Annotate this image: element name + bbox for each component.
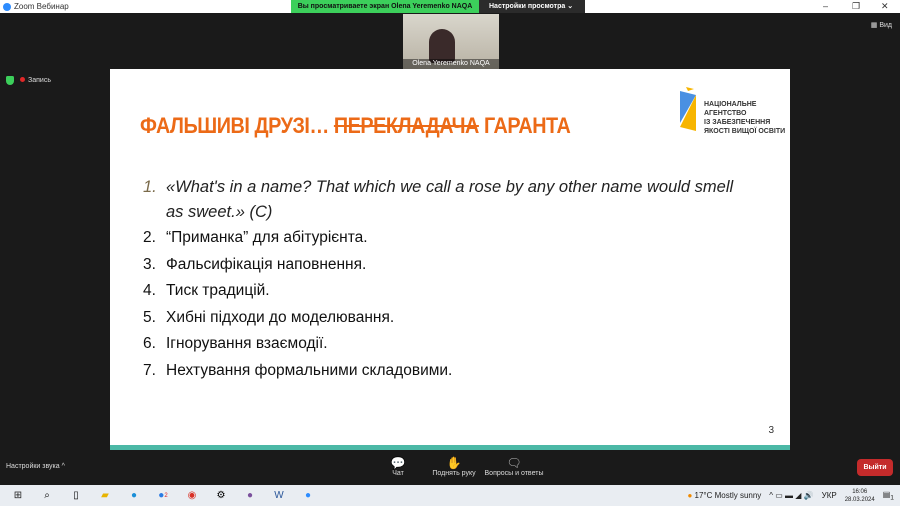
list-item: 3. Фальсифікація наповнення.: [143, 256, 743, 274]
tray-icons[interactable]: ^ ▭ ▬ ◢ 🔊: [769, 491, 813, 500]
logo-line: ІЗ ЗАБЕЗПЕЧЕННЯ: [704, 119, 771, 126]
date: 28.03.2024: [844, 496, 875, 503]
leave-button[interactable]: Выйти: [857, 459, 893, 476]
app-icon[interactable]: ● 2: [152, 485, 174, 506]
item-text: Хибні підходи до моделювання.: [166, 308, 395, 326]
hand-icon: ✋: [446, 456, 462, 470]
raise-hand-button[interactable]: ✋ Поднять руку: [426, 456, 482, 477]
zoom-icon[interactable]: ●: [297, 485, 319, 506]
start-icon[interactable]: ⊞: [7, 485, 29, 506]
raise-hand-label: Поднять руку: [432, 470, 476, 477]
zoom-logo-icon: [3, 2, 11, 11]
slide-footer-bar: [110, 445, 790, 450]
qa-label: Вопросы и ответы: [484, 470, 544, 477]
chrome-icon[interactable]: ◉: [181, 485, 203, 506]
weather-label: 17°C Mostly sunny: [694, 491, 762, 500]
list-item: 5. Хибні підходи до моделювання.: [143, 309, 743, 327]
list-item: 2. “Приманка” для абітурієнта.: [143, 229, 743, 247]
search-icon[interactable]: ⌕: [36, 485, 58, 506]
windows-taskbar: ⊞ ⌕ ▯ ▰ ● ● 2 ◉ ⚙ ● W ● ● 17°C Mostly sun…: [0, 485, 900, 506]
item-number: 4.: [143, 282, 156, 299]
word-icon[interactable]: W: [268, 485, 290, 506]
logo-line: ЯКОСТІ ВИЩОЇ ОСВІТИ: [704, 128, 786, 135]
viber-icon[interactable]: ●: [239, 485, 261, 506]
page-number: 3: [768, 425, 774, 436]
list-item: 1. «What's in a name? That which we call …: [143, 175, 743, 225]
item-text: «What's in a name? That which we call a …: [166, 178, 734, 221]
file-explorer-icon[interactable]: ▰: [94, 485, 116, 506]
item-text: Нехтування формальними складовими.: [166, 361, 453, 379]
title-bar: Zoom Вебинар Вы просматриваете экран Ole…: [0, 0, 900, 13]
view-button[interactable]: ▦ Вид: [871, 21, 892, 29]
naqa-logo-icon: [680, 87, 696, 131]
shield-icon: [6, 76, 14, 85]
slide-title: ФАЛЬШИВІ ДРУЗІ… ПЕРЕКЛАДАЧА ГАРАНТА: [140, 113, 571, 139]
title-part2: ГАРАНТА: [478, 113, 571, 138]
title-struck: ПЕРЕКЛАДАЧА: [333, 113, 479, 138]
chat-icon: 💬: [390, 456, 406, 470]
notification-count: 1: [890, 494, 894, 502]
notification-badge: 2: [164, 492, 168, 499]
chat-button[interactable]: 💬 Чат: [386, 456, 410, 477]
item-number: 3.: [143, 255, 156, 273]
record-dot-icon: [20, 77, 25, 82]
maximize-icon[interactable]: ❐: [852, 1, 860, 12]
close-icon[interactable]: ✕: [881, 1, 889, 12]
logo-line: НАЦІОНАЛЬНЕ: [704, 101, 757, 108]
screen-share-banner: Вы просматриваете экран Olena Yeremenko …: [291, 0, 479, 13]
list-item: 6. Ігнорування взаємодії.: [143, 335, 743, 353]
item-text: Тиск традицій.: [166, 282, 270, 299]
item-number: 6.: [143, 335, 156, 352]
item-number: 1.: [143, 178, 157, 196]
list-item: 4. Тиск традицій.: [143, 282, 743, 300]
naqa-logo: НАЦІОНАЛЬНЕ АГЕНТСТВО ІЗ ЗАБЕЗПЕЧЕННЯ ЯК…: [678, 87, 785, 136]
settings-icon[interactable]: ⚙: [210, 485, 232, 506]
sun-icon: ●: [687, 491, 693, 500]
view-options-label: Настройки просмотра: [489, 3, 566, 10]
audio-settings-button[interactable]: Настройки звука ^: [6, 463, 65, 470]
view-label: Вид: [879, 22, 892, 29]
edge-icon[interactable]: ●: [123, 485, 145, 506]
qa-button[interactable]: 🗨 Вопросы и ответы: [482, 456, 546, 477]
minimize-icon[interactable]: –: [823, 1, 828, 11]
task-view-icon[interactable]: ▯: [65, 485, 87, 506]
chat-label: Чат: [392, 470, 404, 477]
recording-indicator: Запись: [6, 76, 51, 85]
shared-slide: ФАЛЬШИВІ ДРУЗІ… ПЕРЕКЛАДАЧА ГАРАНТА НАЦІ…: [110, 69, 790, 450]
recording-label: Запись: [28, 77, 51, 84]
item-text: Ігнорування взаємодії.: [166, 335, 328, 352]
clock[interactable]: 16:06 28.03.2024: [845, 488, 875, 504]
window-title: Zoom Вебинар: [14, 2, 69, 11]
list-item: 7. Нехтування формальними складовими.: [143, 362, 743, 380]
slide-list: 1. «What's in a name? That which we call …: [143, 175, 743, 388]
qa-icon: 🗨: [506, 456, 522, 470]
meeting-toolbar: Настройки звука ^ 💬 Чат ✋ Поднять руку 🗨 Во…: [0, 452, 900, 485]
logo-line: АГЕНТСТВО: [704, 110, 747, 117]
item-number: 7.: [143, 361, 156, 379]
title-part1: ФАЛЬШИВІ ДРУЗІ…: [140, 113, 334, 138]
notifications-icon[interactable]: ▤1: [883, 490, 894, 502]
item-number: 5.: [143, 308, 156, 326]
language-indicator[interactable]: УКР: [822, 491, 837, 500]
time: 16:06: [852, 488, 868, 495]
speaker-video[interactable]: Olena Yeremenko NAQA: [403, 14, 499, 69]
speaker-name: Olena Yeremenko NAQA: [403, 59, 499, 69]
item-text: Фальсифікація наповнення.: [166, 255, 367, 273]
view-options-button[interactable]: Настройки просмотра ⌄: [479, 0, 585, 13]
speaker-image: [429, 29, 455, 63]
item-number: 2.: [143, 229, 156, 246]
weather-widget[interactable]: ● 17°C Mostly sunny: [687, 491, 761, 500]
item-text: “Приманка” для абітурієнта.: [166, 229, 368, 246]
